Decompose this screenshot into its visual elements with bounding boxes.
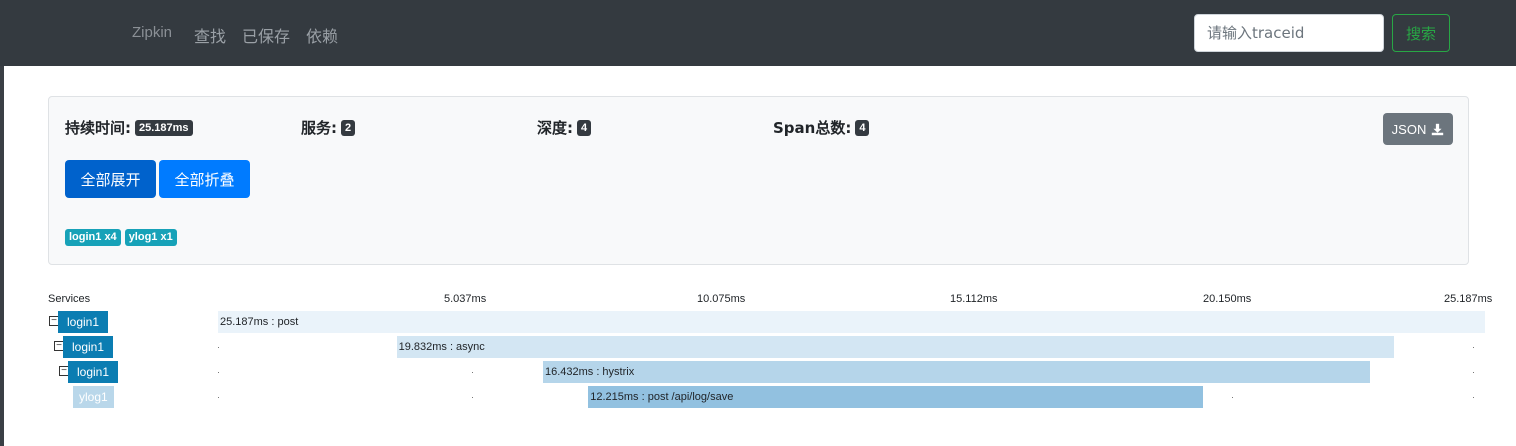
- service-badges: login1 x4 ylog1 x1: [65, 229, 177, 246]
- json-download-button[interactable]: JSON: [1383, 113, 1453, 145]
- nav-link-saved[interactable]: 已保存: [242, 23, 290, 47]
- nav-link-dependencies[interactable]: 依赖: [306, 23, 338, 47]
- timeline-gridline-dot: [1473, 347, 1474, 348]
- timeline-gridline-dot: [218, 397, 219, 398]
- timeline-tick-label: 15.112ms: [950, 293, 998, 305]
- span-service-label[interactable]: ylog1: [73, 386, 114, 408]
- span-count-label: Span总数:: [773, 119, 852, 137]
- timeline-gridline-dot: [1473, 397, 1474, 398]
- span-bar[interactable]: 25.187ms : post: [218, 311, 1485, 333]
- span-count-stat: Span总数: 4: [773, 117, 870, 138]
- span-service-label[interactable]: login1: [68, 361, 119, 383]
- timeline-tick-label: 20.150ms: [1203, 293, 1252, 305]
- services-column-header: Services: [48, 293, 91, 305]
- timeline-gridline-dot: [218, 347, 219, 348]
- search-button[interactable]: 搜索: [1392, 14, 1450, 52]
- timeline-tick-label: 10.075ms: [697, 293, 746, 305]
- depth-label: 深度:: [537, 119, 573, 137]
- collapse-all-button[interactable]: 全部折叠: [159, 160, 250, 198]
- service-badge-login1[interactable]: login1 x4: [65, 229, 121, 246]
- window-edge: [0, 0, 4, 446]
- depth-badge: 4: [577, 119, 592, 136]
- depth-stat: 深度: 4: [537, 117, 592, 138]
- services-stat: 服务: 2: [301, 117, 356, 138]
- timeline-gridline-dot: [1232, 397, 1233, 398]
- traceid-search-input[interactable]: [1194, 14, 1384, 52]
- span-bar[interactable]: 19.832ms : async: [396, 336, 1395, 358]
- duration-stat: 持续时间: 25.187ms: [65, 117, 193, 138]
- expand-all-button[interactable]: 全部展开: [65, 160, 156, 198]
- timeline-gridline-dot: [218, 372, 219, 373]
- trace-summary-card: 持续时间: 25.187ms 服务: 2 深度: 4 Span总数: 4 JSO…: [48, 96, 1469, 265]
- span-service-label[interactable]: login1: [63, 336, 114, 358]
- timeline-tick-label: 5.037ms: [444, 293, 487, 305]
- json-button-label: JSON: [1391, 121, 1427, 137]
- duration-badge: 25.187ms: [135, 119, 193, 136]
- service-badge-ylog1[interactable]: ylog1 x1: [124, 229, 177, 246]
- span-bar[interactable]: 16.432ms : hystrix: [542, 361, 1370, 383]
- timeline-tick-label: 25.187ms: [1444, 293, 1493, 305]
- span-service-label[interactable]: login1: [58, 311, 109, 333]
- navbar: Zipkin 查找 已保存 依赖 搜索: [0, 0, 1516, 66]
- span-count-badge: 4: [855, 119, 870, 136]
- timeline-gridline-dot: [472, 372, 473, 373]
- duration-label: 持续时间:: [65, 119, 131, 137]
- span-bar[interactable]: 12.215ms : post /api/log/save: [588, 386, 1203, 408]
- download-icon: [1432, 123, 1444, 135]
- timeline-gridline-dot: [1473, 372, 1474, 373]
- services-label: 服务:: [301, 119, 337, 137]
- services-badge: 2: [341, 119, 356, 136]
- timeline-gridline-dot: [472, 397, 473, 398]
- brand-logo[interactable]: Zipkin: [132, 24, 172, 41]
- nav-link-find[interactable]: 查找: [194, 23, 226, 47]
